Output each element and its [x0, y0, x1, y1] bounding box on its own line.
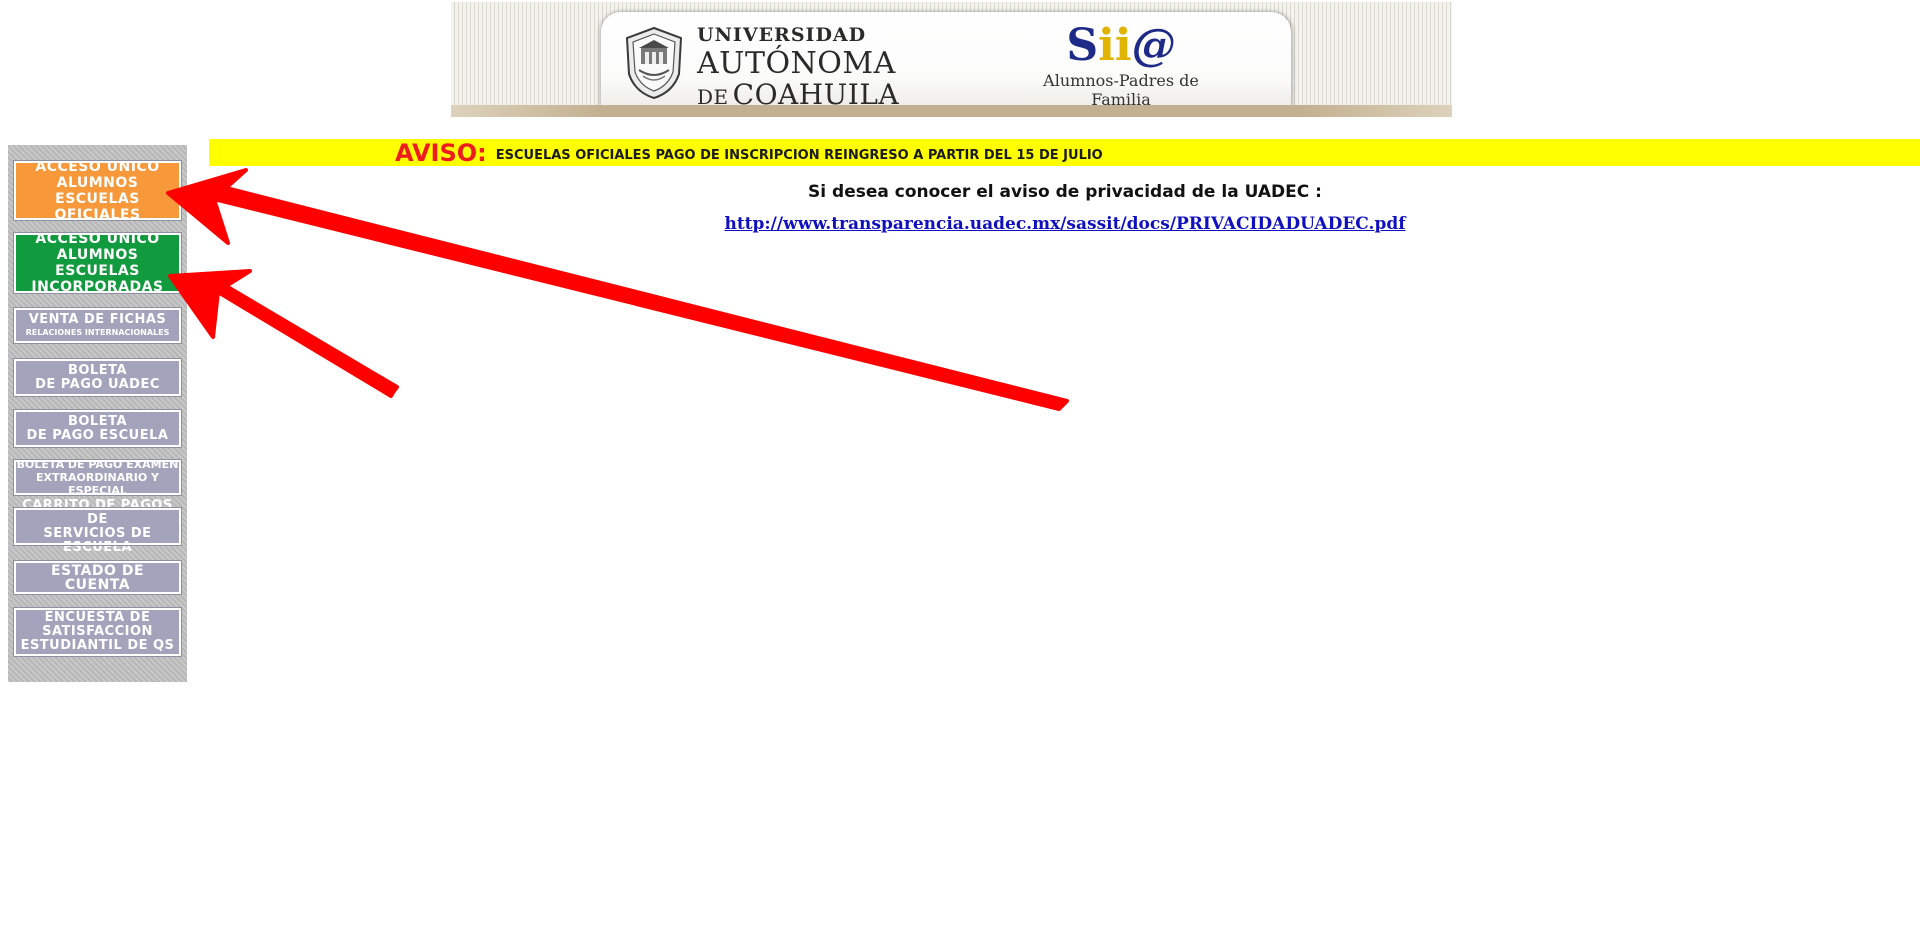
- notice-label: AVISO:: [395, 138, 487, 167]
- sia-subtitle: Alumnos-Padres de Familia: [1043, 71, 1199, 109]
- menu-item-line: ALUMNOS ESCUELAS: [55, 174, 140, 207]
- menu-item-line: BOLETA: [67, 413, 128, 429]
- menu-boleta-examen-button[interactable]: BOLETA DE PAGO EXAMEN EXTRAORDINARIO Y E…: [13, 458, 182, 497]
- sia-logo-at: @: [1131, 20, 1176, 71]
- menu-item-line: ACCESO UNICO: [35, 231, 160, 247]
- notice-text: ESCUELAS OFICIALES PAGO DE INSCRIPCION R…: [495, 147, 1103, 163]
- sia-logo-s: S: [1066, 20, 1099, 71]
- menu-encuesta-qs-button[interactable]: ENCUESTA DE SATISFACCION ESTUDIANTIL DE …: [13, 607, 182, 657]
- menu-item-line: INCORPORADAS: [31, 279, 164, 295]
- menu-item-line: VENTA DE FICHAS: [28, 312, 167, 327]
- sia-logo: Sii@ Alumnos-Padres de Familia: [1021, 24, 1221, 110]
- menu-item-line: ESTADO DE CUENTA: [50, 562, 145, 593]
- menu-item-line: SATISFACCION: [42, 624, 153, 639]
- menu-acceso-oficiales-button[interactable]: ACCESO UNICO ALUMNOS ESCUELAS OFICIALES: [13, 158, 182, 223]
- header-banner: UNIVERSIDAD AUTÓNOMA DE COAHUILA Sii@ Alu…: [451, 2, 1452, 117]
- menu-item-line: BOLETA DE PAGO EXAMEN: [16, 458, 179, 471]
- menu-carrito-pagos-button[interactable]: CARRITO DE PAGOS DE SERVICIOS DE ESCUELA: [13, 498, 182, 554]
- sia-logo-mark: Sii@: [1021, 24, 1221, 68]
- university-name: UNIVERSIDAD AUTÓNOMA DE COAHUILA: [697, 26, 899, 109]
- arrow-to-incorporadas-icon: [168, 269, 399, 398]
- privacy-text: Si desea conocer el aviso de privacidad …: [808, 182, 1322, 202]
- menu-item-line: DE PAGO ESCUELA: [26, 427, 169, 443]
- page-root: UNIVERSIDAD AUTÓNOMA DE COAHUILA Sii@ Alu…: [0, 0, 1920, 937]
- menu-item-line: ENCUESTA DE: [44, 610, 151, 625]
- menu-item-line: ESTUDIANTIL DE QS: [20, 638, 175, 653]
- left-menu: ACCESO UNICO ALUMNOS ESCUELAS OFICIALES …: [8, 145, 187, 682]
- menu-acceso-incorporadas-button[interactable]: ACCESO UNICO ALUMNOS ESCUELAS INCORPORAD…: [13, 231, 182, 295]
- menu-item-line: SERVICIOS DE ESCUELA: [43, 525, 152, 555]
- menu-boleta-uadec-button[interactable]: BOLETA DE PAGO UADEC: [13, 358, 182, 397]
- menu-item-line: OFICIALES: [54, 206, 141, 223]
- notice-bar: AVISO: ESCUELAS OFICIALES PAGO DE INSCRI…: [209, 138, 1920, 167]
- menu-item-line: RELACIONES INTERNACIONALES: [25, 328, 170, 337]
- university-line2: AUTÓNOMA: [697, 46, 896, 81]
- menu-item-line: ALUMNOS ESCUELAS: [55, 247, 140, 279]
- menu-item-line: ACCESO UNICO: [35, 158, 160, 175]
- menu-boleta-escuela-button[interactable]: BOLETA DE PAGO ESCUELA: [13, 409, 182, 448]
- banner-card: UNIVERSIDAD AUTÓNOMA DE COAHUILA Sii@ Alu…: [601, 12, 1291, 110]
- university-seal-icon: [625, 26, 683, 100]
- menu-estado-cuenta-button[interactable]: ESTADO DE CUENTA: [13, 560, 182, 595]
- sia-logo-ii: ii: [1098, 20, 1132, 71]
- banner-bottom-strip: [451, 105, 1452, 117]
- menu-item-line: CARRITO DE PAGOS DE: [22, 497, 173, 527]
- menu-venta-fichas-button[interactable]: VENTA DE FICHAS RELACIONES INTERNACIONAL…: [13, 307, 182, 344]
- menu-item-line: EXTRAORDINARIO Y ESPECIAL: [36, 471, 159, 497]
- menu-item-line: BOLETA: [67, 362, 128, 378]
- privacy-link[interactable]: http://www.transparencia.uadec.mx/sassit…: [724, 214, 1405, 234]
- menu-item-line: DE PAGO UADEC: [35, 376, 160, 392]
- university-line1: UNIVERSIDAD: [697, 24, 867, 46]
- privacy-section: Si desea conocer el aviso de privacidad …: [600, 182, 1530, 234]
